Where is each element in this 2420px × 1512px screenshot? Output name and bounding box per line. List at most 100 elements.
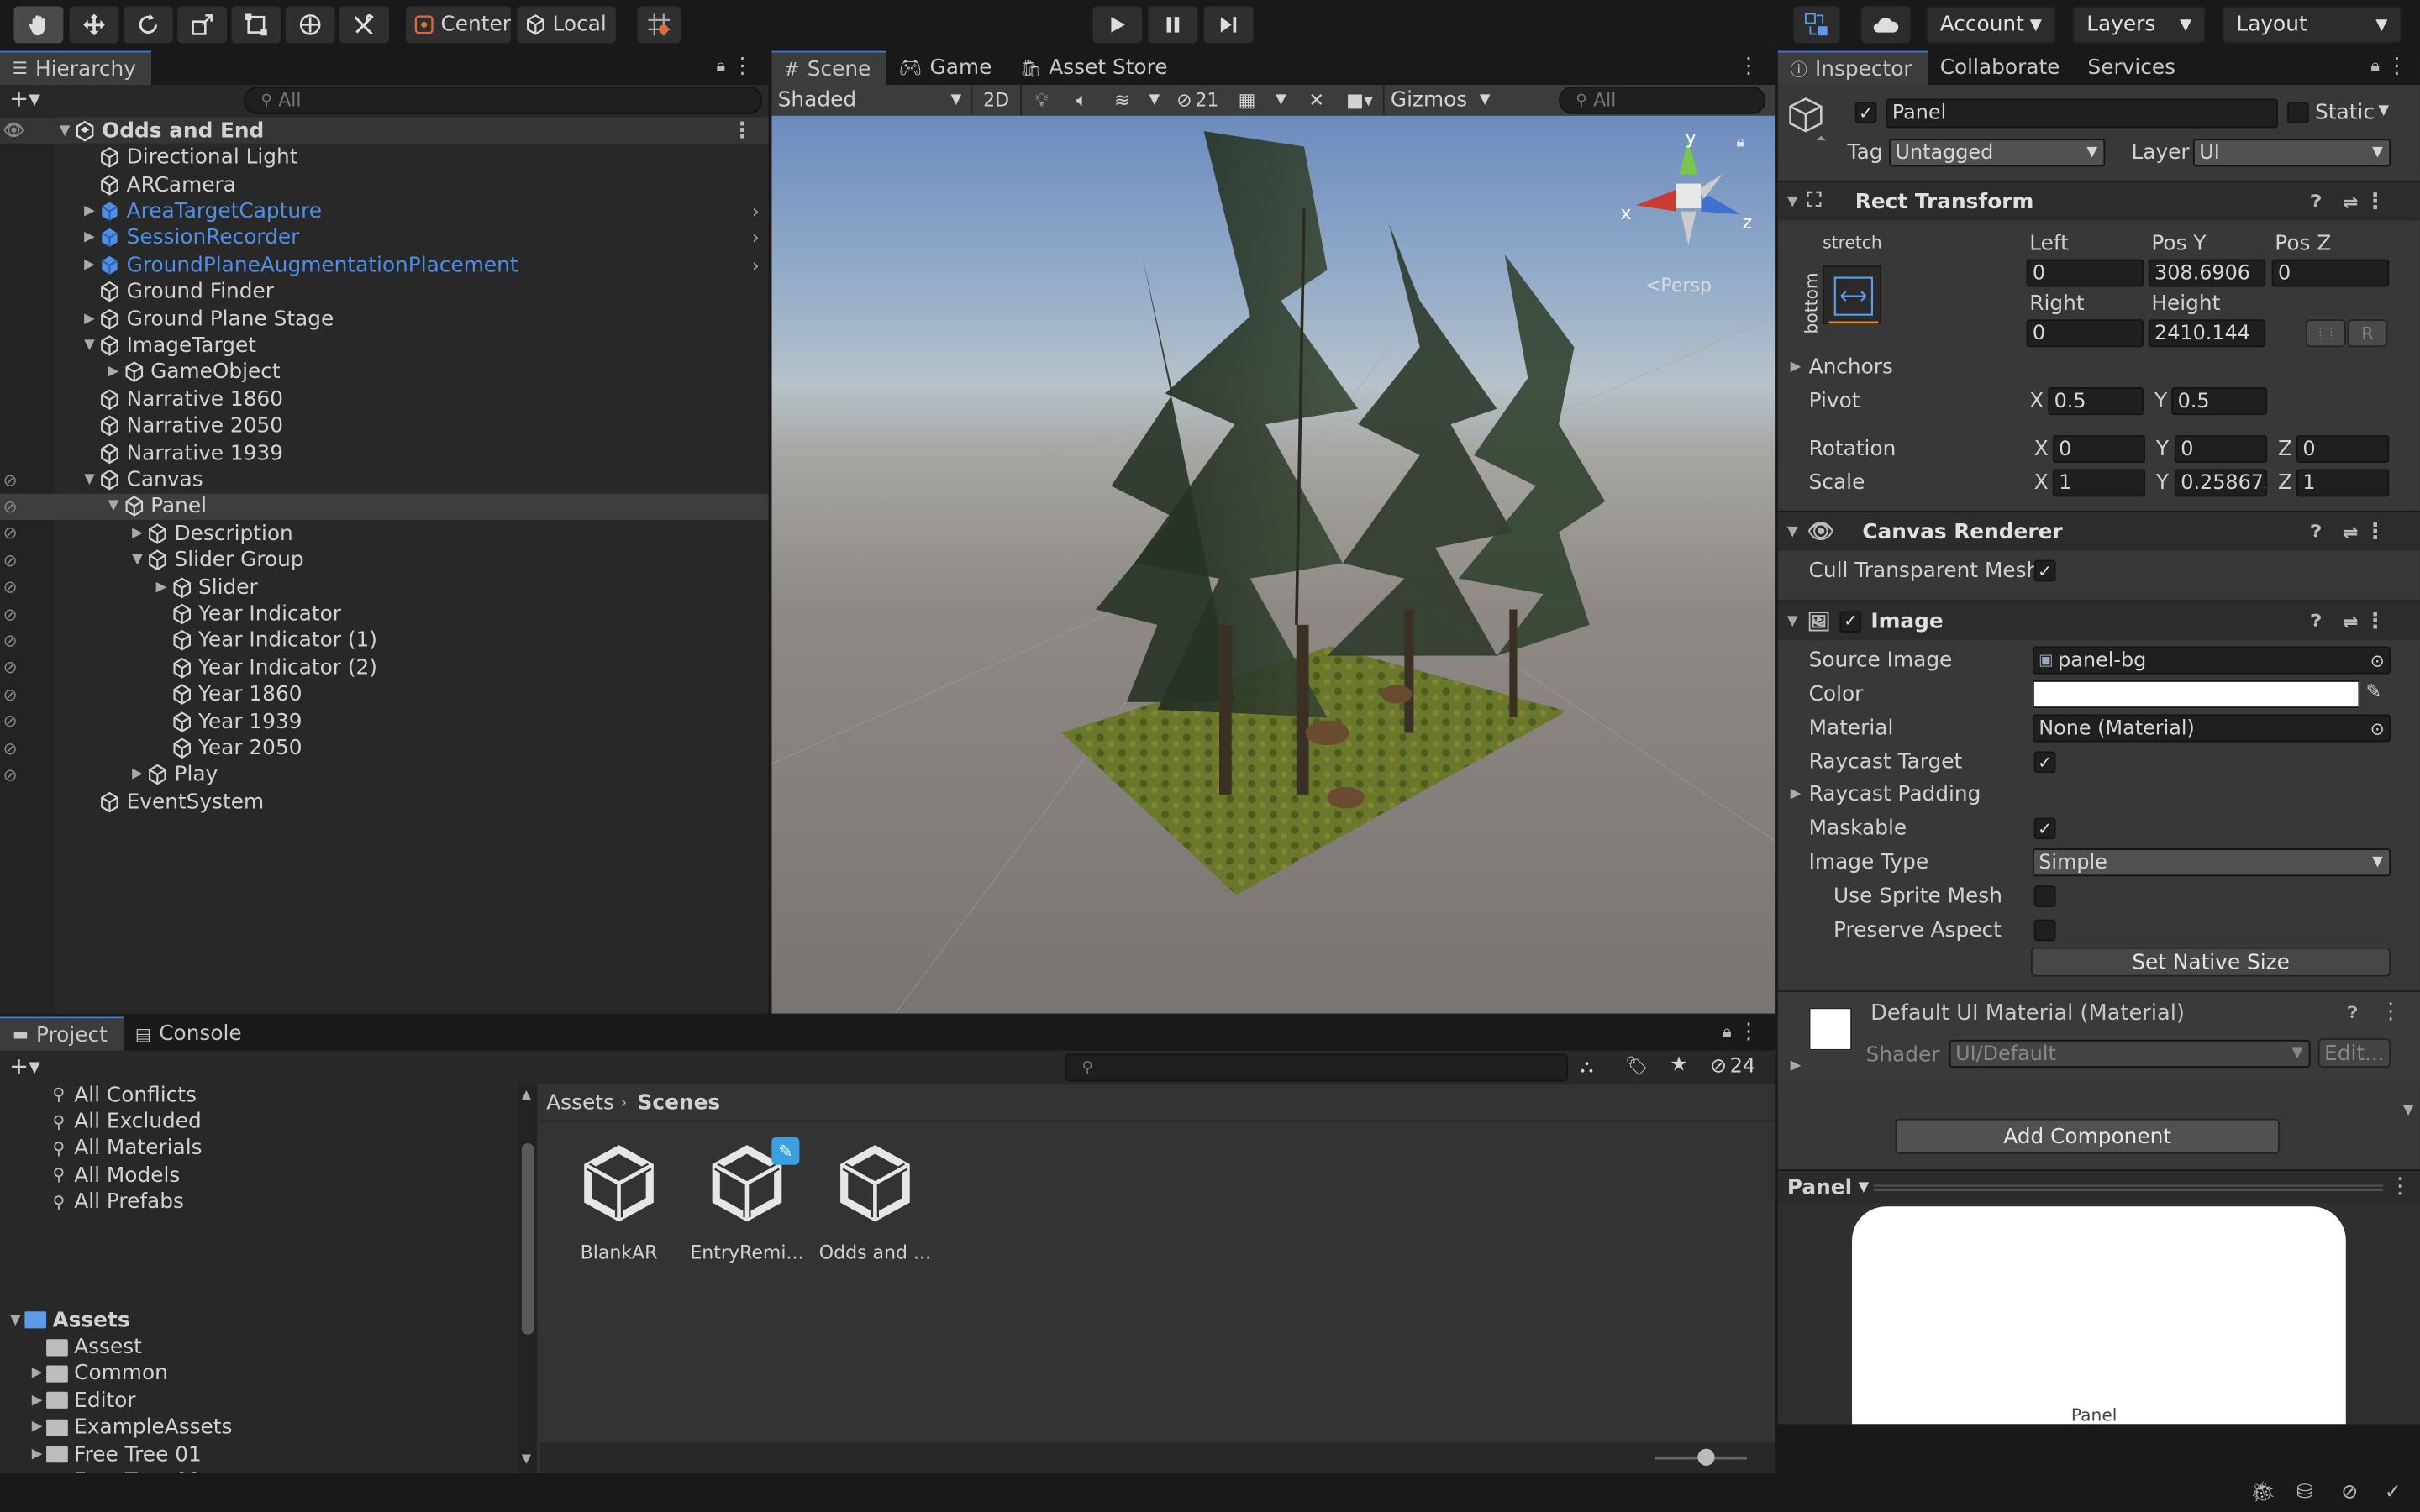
create-plus-icon[interactable]: +▾ xyxy=(9,85,40,113)
pause-button[interactable] xyxy=(1148,6,1198,44)
perspective-label[interactable]: <Persp xyxy=(1645,275,1712,297)
filter-type-icon[interactable]: ⛬ xyxy=(1581,1055,1593,1079)
lock-icon[interactable]: 🔒︎ xyxy=(2370,55,2380,77)
static-checkbox[interactable] xyxy=(2286,102,2309,123)
favorite-search-item[interactable]: ⚲ All Prefabs xyxy=(52,1189,183,1215)
scroll-down-icon[interactable]: ▼ xyxy=(522,1452,531,1466)
transform-tool-button[interactable] xyxy=(285,6,335,44)
grid-icon[interactable]: ▦ xyxy=(1228,90,1265,112)
hierarchy-item[interactable]: ▶ GameObject xyxy=(0,360,769,386)
eye-slash-icon[interactable]: ⊘ xyxy=(3,658,28,678)
eye-slash-icon[interactable]: ⊘ xyxy=(3,604,28,624)
help-icon[interactable]: ❓︎ xyxy=(2311,521,2321,543)
posy-field[interactable]: 308.6906 xyxy=(2148,259,2266,287)
tab-project[interactable]: ▬ Project xyxy=(0,1016,124,1051)
scroll-down-icon[interactable]: ▼ xyxy=(2403,1103,2414,1118)
image-enabled-checkbox[interactable]: ✓ xyxy=(1839,610,1862,633)
tab-asset-store[interactable]: 🛍︎ Asset Store xyxy=(1007,51,1183,85)
hierarchy-item[interactable]: ⊘ ▼ Canvas xyxy=(0,466,769,493)
scene-viewport[interactable]: y x z <Persp 🔒︎ xyxy=(771,115,1776,1014)
hierarchy-item[interactable]: ▼ ImageTarget xyxy=(0,333,769,360)
hierarchy-item[interactable]: ⊘ Year 1860 xyxy=(0,681,769,708)
eye-slash-icon[interactable]: ⊘ xyxy=(3,577,28,597)
gizmos-dropdown[interactable]: Gizmos ▼ xyxy=(1382,85,1497,116)
color-swatch[interactable] xyxy=(2032,680,2360,709)
chevron-right-icon[interactable]: ▶ xyxy=(81,231,99,246)
move-tool-button[interactable] xyxy=(69,6,119,44)
anchor-presets-button[interactable] xyxy=(1823,265,1881,324)
pivot-center-button[interactable]: Center xyxy=(406,6,511,44)
project-tree-scrollbar[interactable]: ▲ ▼ xyxy=(518,1084,538,1474)
hierarchy-item[interactable]: ▶ AreaTargetCapture › xyxy=(0,198,769,225)
canvas-renderer-header[interactable]: ▼ 👁︎ Canvas Renderer ❓︎ ⇌ ⋮ xyxy=(1777,510,2420,551)
hidden-objects-toggle[interactable]: ⊘ 21 xyxy=(1167,90,1228,112)
hierarchy-item[interactable]: ⊘ ▼ Slider Group xyxy=(0,547,769,574)
use-sprite-mesh-checkbox[interactable] xyxy=(2033,885,2056,907)
rect-tool-button[interactable] xyxy=(231,6,281,44)
favorite-search-item[interactable]: ⚲ All Excluded xyxy=(52,1108,201,1135)
favorite-search-item[interactable]: ⚲ All Conflicts xyxy=(52,1082,196,1109)
chevron-down-icon[interactable]: ▼ xyxy=(1142,92,1166,108)
folder-item[interactable]: ▶ Common xyxy=(28,1361,168,1388)
label-tag-icon[interactable]: 🏷︎ xyxy=(1625,1055,1649,1077)
chevron-right-icon[interactable]: ▶ xyxy=(128,526,146,541)
scale-y-field[interactable]: 0.258675 xyxy=(2174,469,2268,497)
asset-item[interactable]: BlankAR xyxy=(557,1140,681,1263)
eye-slash-icon[interactable]: ⊘ xyxy=(3,711,28,732)
maskable-checkbox[interactable]: ✓ xyxy=(2033,817,2056,840)
help-icon[interactable]: ❓︎ xyxy=(2311,610,2321,632)
preview-drag-handle[interactable] xyxy=(1873,1184,2383,1191)
hand-tool-button[interactable] xyxy=(13,6,64,44)
chevron-right-icon[interactable]: ▶ xyxy=(1791,360,1802,375)
eye-slash-icon[interactable]: ⊘ xyxy=(3,685,28,705)
chevron-right-icon[interactable]: ▶ xyxy=(28,1446,46,1462)
breadcrumb-root[interactable]: Assets xyxy=(546,1091,614,1116)
debug-off-icon[interactable]: 🐞︎ xyxy=(2250,1481,2275,1504)
asset-item[interactable]: Odds and ... xyxy=(813,1140,937,1263)
hierarchy-item[interactable]: ARCamera xyxy=(0,171,769,198)
material-field[interactable]: None (Material) ⊙ xyxy=(2032,714,2391,743)
lock-icon[interactable]: 🔒︎ xyxy=(1736,134,1744,151)
database-icon[interactable]: ⛁ xyxy=(2296,1481,2313,1504)
panel-splitter[interactable] xyxy=(768,50,772,1014)
chevron-right-icon[interactable]: ▶ xyxy=(104,365,123,380)
pivot-y-field[interactable]: 0.5 xyxy=(2171,387,2268,416)
tab-game[interactable]: 🎮︎ Game xyxy=(886,51,1007,85)
hierarchy-item[interactable]: ▶ SessionRecorder › xyxy=(0,225,769,252)
tab-collaborate[interactable]: Collaborate xyxy=(1928,51,2075,85)
scale-z-field[interactable]: 1 xyxy=(2296,469,2390,497)
assets-root-row[interactable]: ▼ Assets xyxy=(6,1307,130,1334)
folder-item[interactable]: ▶ ExampleAssets xyxy=(28,1415,233,1441)
hierarchy-item[interactable]: ⊘ Year Indicator xyxy=(0,601,769,627)
tab-services[interactable]: Services xyxy=(2075,51,2191,85)
scale-x-field[interactable]: 1 xyxy=(2052,469,2146,497)
shader-dropdown[interactable]: UI/Default ▼ xyxy=(1949,1039,2311,1068)
blueprint-mode-button[interactable]: ⬚ xyxy=(2306,319,2346,348)
chevron-down-icon[interactable]: ▼ xyxy=(81,472,99,487)
preserve-aspect-checkbox[interactable] xyxy=(2033,919,2056,942)
camera-icon[interactable]: ■▾ xyxy=(1337,90,1383,112)
scale-tool-button[interactable] xyxy=(177,6,227,44)
hierarchy-item[interactable]: ⊘ ▶ Description xyxy=(0,520,769,547)
image-type-dropdown[interactable]: Simple ▼ xyxy=(2032,848,2391,877)
breadcrumb-current[interactable]: Scenes xyxy=(638,1091,721,1116)
cull-transparent-checkbox[interactable]: ✓ xyxy=(2033,559,2056,582)
chevron-right-icon[interactable]: ▶ xyxy=(1791,1058,1802,1074)
tab-scene[interactable]: # Scene xyxy=(771,50,886,86)
eyedropper-icon[interactable]: ✎ xyxy=(2366,680,2381,702)
hierarchy-item[interactable]: ⊘ ▶ Play xyxy=(0,762,769,789)
rotate-tool-button[interactable] xyxy=(123,6,173,44)
rect-transform-header[interactable]: ▼ ⛶ Rect Transform ❓︎ ⇌ ⋮ xyxy=(1777,180,2420,221)
tab-inspector[interactable]: ⓘ Inspector xyxy=(1777,50,1928,86)
cloud-button[interactable] xyxy=(1861,6,1911,44)
folder-item[interactable]: ▶ Free Tree 01 xyxy=(28,1441,202,1467)
eye-slash-icon[interactable]: ⊘ xyxy=(3,765,28,785)
eye-slash-icon[interactable]: ⊘ xyxy=(3,738,28,759)
hierarchy-item[interactable]: Ground Finder xyxy=(0,279,769,306)
chevron-right-icon[interactable]: ▶ xyxy=(152,580,171,595)
right-field[interactable]: 0 xyxy=(2026,319,2144,348)
active-checkbox[interactable]: ✓ xyxy=(1854,102,1877,123)
posz-field[interactable]: 0 xyxy=(2271,259,2390,287)
layout-dropdown[interactable]: Layout ▼ xyxy=(2222,6,2402,44)
layers-dropdown[interactable]: Layers ▼ xyxy=(2072,6,2206,44)
